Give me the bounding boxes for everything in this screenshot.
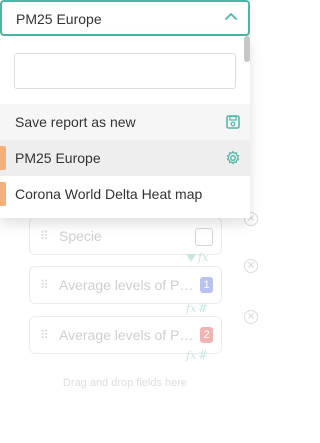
report-item-label: Corona World Delta Heat map [15,186,203,202]
dropzone-hint: Drag and drop fields here [62,377,188,389]
save-report-as-new-item[interactable]: Save report as new [0,104,250,140]
function-icon[interactable]: fx [198,251,208,264]
drag-handle-icon[interactable]: ⠿ [40,229,49,243]
drag-handle-icon[interactable]: ⠿ [40,278,49,292]
menu-scrollbar[interactable] [244,36,250,62]
number-format-icon[interactable]: # [198,348,208,362]
function-icon[interactable]: fx [186,349,196,362]
chevron-up-icon[interactable] [224,10,238,24]
save-report-label: Save report as new [15,114,136,130]
function-icon[interactable]: fx [186,302,196,315]
field-label: Specie [59,228,102,244]
report-item-corona-world[interactable]: Corona World Delta Heat map [0,176,250,212]
report-search-input[interactable] [14,53,236,89]
selected-report-label: PM25 Europe [16,11,102,27]
report-item-label: PM25 Europe [15,150,101,166]
field-checkbox[interactable] [195,228,213,246]
gear-icon[interactable] [225,150,241,166]
field-label: Average levels of PM25 [59,277,199,293]
report-dropdown-menu: Save report as new PM25 Europe Corona Wo… [0,36,250,218]
remove-field-icon[interactable]: × [244,259,258,273]
report-item-pm25-europe[interactable]: PM25 Europe [0,140,250,176]
field-item-specie[interactable]: ⠿ Specie [29,217,222,255]
report-marker [0,182,6,206]
remove-field-icon[interactable]: × [244,310,258,324]
report-marker [0,146,6,170]
drag-handle-icon[interactable]: ⠿ [40,328,49,342]
field-label: Average levels of PM25 [59,327,199,343]
report-selector[interactable]: PM25 Europe [0,0,250,36]
field-order-badge: 2 [200,327,213,343]
field-item-average-pm25-1[interactable]: ⠿ Average levels of PM25 1 [29,266,222,304]
number-format-icon[interactable]: # [198,301,208,315]
filter-icon[interactable] [186,254,196,262]
save-icon[interactable] [225,114,241,130]
field-order-badge: 1 [200,277,213,293]
